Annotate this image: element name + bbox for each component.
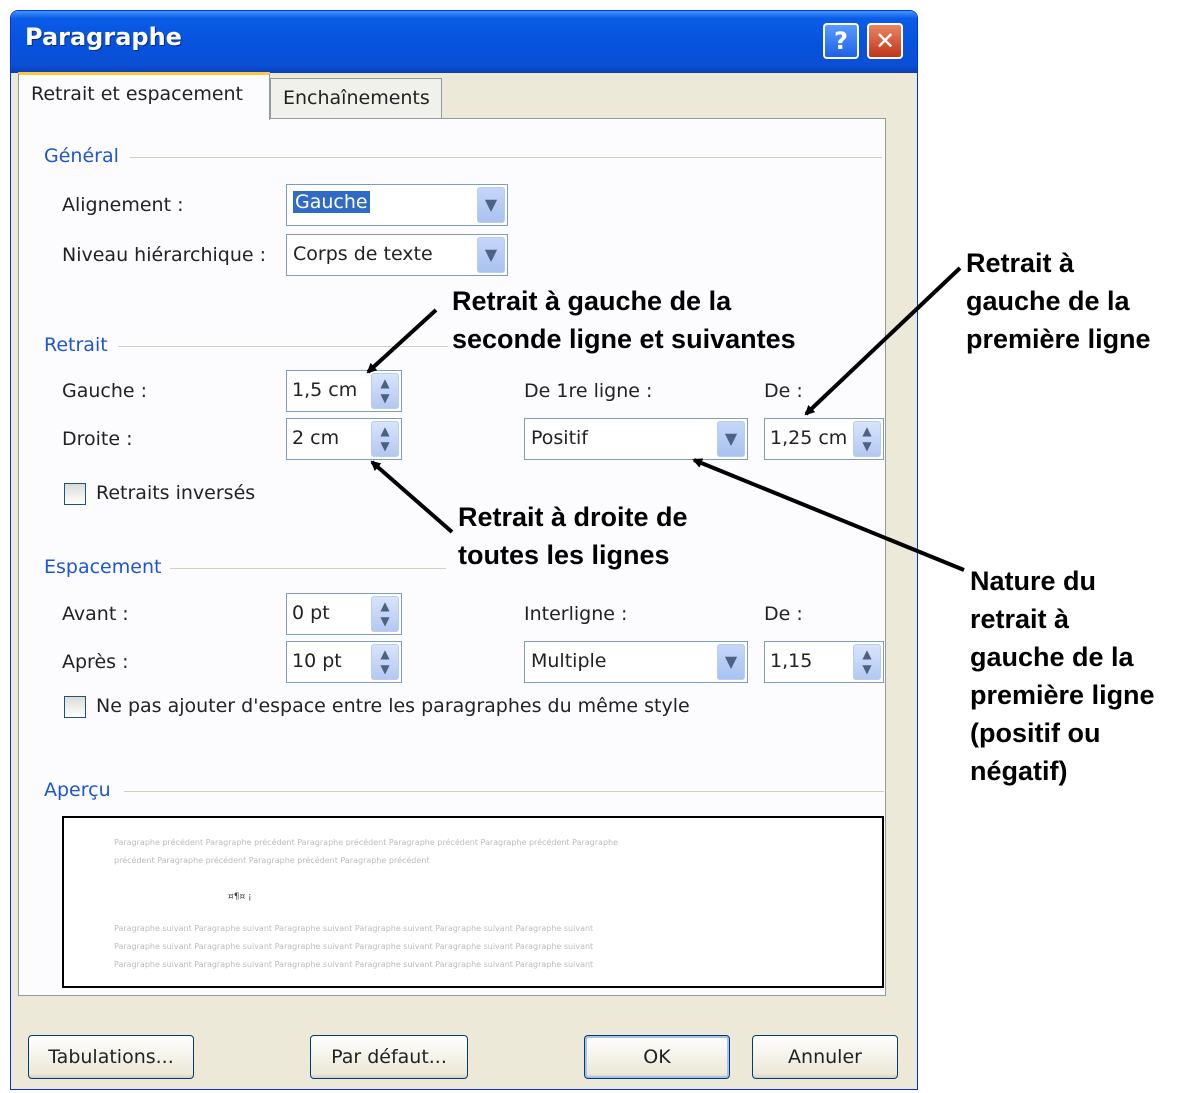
arrow-to-first-line-type (692, 458, 965, 572)
tab-indent-spacing[interactable]: Retrait et espacement (18, 72, 270, 120)
arrow-to-first-line-by (804, 266, 962, 416)
annotation-arrows (366, 266, 965, 572)
arrow-to-right-indent (370, 460, 454, 534)
arrow-to-left-indent (366, 308, 438, 374)
tab-label: Retrait et espacement (31, 83, 244, 105)
